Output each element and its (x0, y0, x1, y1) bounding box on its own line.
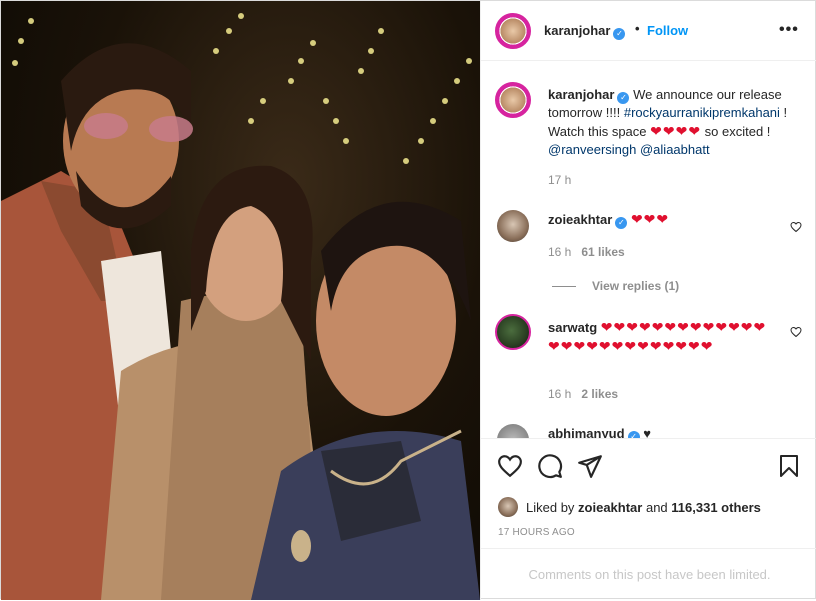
author-username[interactable]: karanjohar (544, 23, 610, 38)
post-header: karanjohar ✓ • Follow ••• (481, 1, 816, 61)
comment-body: abhimanyud ✓ ♥ (548, 425, 651, 438)
like-heart-icon[interactable] (497, 453, 523, 479)
comment-username[interactable]: sarwatg (548, 320, 597, 335)
photo-illustration (1, 13, 480, 600)
comment-icon[interactable] (537, 453, 563, 479)
comment-meta: 16 h 2 likes (548, 387, 618, 401)
caption-username[interactable]: karanjohar (548, 87, 614, 102)
caption-hearts: ❤❤❤❤ (650, 123, 702, 139)
comment-likes[interactable]: 61 likes (581, 245, 624, 259)
verified-badge-icon: ✓ (615, 217, 628, 229)
liked-by-count[interactable]: 116,331 others (671, 500, 761, 515)
caption-avatar[interactable] (495, 82, 531, 118)
follow-button[interactable]: Follow (647, 23, 688, 38)
view-replies-button[interactable]: View replies (1) (552, 279, 679, 293)
verified-badge-icon: ✓ (617, 92, 630, 104)
verified-badge-icon: ✓ (627, 431, 640, 438)
caption-time[interactable]: 17 h (548, 173, 571, 187)
liked-by-and: and (642, 500, 672, 515)
share-icon[interactable] (577, 453, 603, 479)
comment-likes[interactable]: 2 likes (581, 387, 618, 401)
post-actions: Liked by zoieakhtar and 116,331 others 1… (481, 438, 816, 548)
comment-hearts: ♥ (643, 426, 651, 438)
like-comment-heart-icon[interactable] (790, 221, 802, 233)
caption: karanjohar ✓ We announce our release tomo… (548, 86, 810, 159)
save-bookmark-icon[interactable] (777, 453, 801, 479)
view-replies-label: View replies (1) (592, 279, 680, 293)
comment-time[interactable]: 16 h (548, 387, 571, 401)
mention-ranveersingh[interactable]: @ranveersingh (548, 142, 636, 157)
post-dialog: karanjohar ✓ • Follow ••• karanjohar ✓ We … (0, 0, 816, 600)
author-avatar[interactable] (495, 13, 531, 49)
post-timestamp[interactable]: 17 HOURS AGO (498, 527, 575, 538)
like-comment-heart-icon[interactable] (790, 326, 802, 338)
liked-by-avatar[interactable] (498, 497, 518, 517)
more-options-icon[interactable]: ••• (779, 21, 799, 39)
author-username-row[interactable]: karanjohar ✓ (544, 23, 626, 40)
comment-avatar[interactable] (497, 210, 529, 242)
comment-avatar[interactable] (495, 314, 531, 350)
caption-text-3: so excited ! (701, 124, 771, 139)
comment-username[interactable]: zoieakhtar (548, 212, 612, 227)
liked-by-prefix: Liked by (526, 500, 579, 515)
comments-list[interactable]: karanjohar ✓ We announce our release tomo… (481, 62, 816, 438)
comment-body: zoieakhtar ✓ ❤❤❤ (548, 210, 669, 229)
verified-badge-icon: ✓ (613, 28, 626, 40)
comment-username[interactable]: abhimanyud (548, 426, 625, 438)
caption-hashtag[interactable]: #rockyaurranikipremkahani (624, 105, 780, 120)
comment-body: sarwatg ❤❤❤❤❤❤❤❤❤❤❤❤❤❤❤❤❤❤❤❤❤❤❤❤❤❤ (548, 318, 778, 356)
comments-limited-notice: Comments on this post have been limited. (481, 548, 816, 600)
comment-avatar[interactable] (497, 424, 529, 438)
liked-by: Liked by zoieakhtar and 116,331 others (526, 500, 761, 515)
mention-aliaabhatt[interactable]: @aliaabhatt (640, 142, 710, 157)
separator-dot: • (635, 21, 640, 36)
comment-meta: 16 h 61 likes (548, 245, 625, 259)
comment-time[interactable]: 16 h (548, 245, 571, 259)
replies-divider (552, 286, 576, 288)
post-side-panel: karanjohar ✓ • Follow ••• karanjohar ✓ We … (480, 1, 816, 600)
post-photo[interactable] (1, 1, 480, 600)
comment-hearts: ❤❤❤ (630, 211, 670, 227)
liked-by-user[interactable]: zoieakhtar (578, 500, 642, 515)
